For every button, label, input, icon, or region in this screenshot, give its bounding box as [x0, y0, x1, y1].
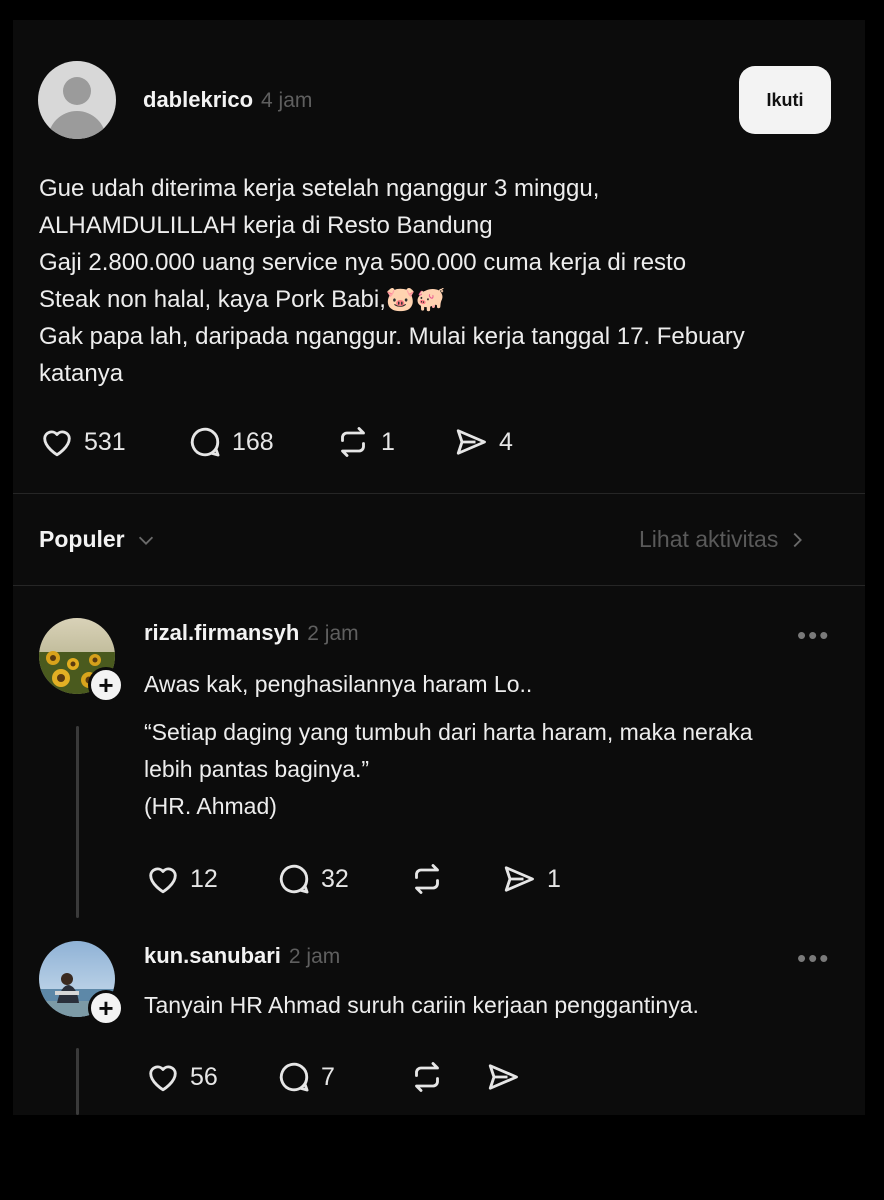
- post-line: ALHAMDULILLAH kerja di Resto Bandung: [39, 212, 493, 239]
- heart-icon: [149, 867, 177, 894]
- like-count: 531: [84, 427, 126, 456]
- reply-line: “Setiap daging yang tumbuh dari harta ha…: [144, 719, 753, 745]
- heart-icon: [149, 1065, 177, 1092]
- post-line: Gue udah diterima kerja setelah nganggur…: [39, 175, 600, 202]
- share-count: 1: [547, 864, 561, 893]
- repost-count: 1: [381, 427, 395, 456]
- reply-line: Tanyain HR Ahmad suruh cariin kerjaan pe…: [144, 992, 699, 1018]
- send-icon: [456, 429, 486, 455]
- chevron-down-icon: [138, 536, 153, 545]
- reply-username[interactable]: rizal.firmansyh: [144, 620, 299, 646]
- activity-label: Lihat aktivitas: [639, 526, 779, 552]
- post-line: katanya: [39, 360, 124, 387]
- comment-count: 32: [321, 864, 349, 893]
- chevron-right-icon: [793, 532, 803, 547]
- comment-bubble-icon: [279, 864, 309, 894]
- reply-line: (HR. Ahmad): [144, 793, 277, 819]
- reply-line: lebih pantas baginya.”: [144, 756, 370, 782]
- post-line: Gaji 2.800.000 uang service nya 500.000 …: [39, 249, 687, 276]
- reply-comment-button[interactable]: 32: [275, 861, 349, 897]
- like-count: 12: [190, 864, 218, 893]
- plus-icon: +: [98, 670, 114, 700]
- reply-like-button[interactable]: 12: [144, 861, 218, 897]
- divider: [13, 493, 865, 494]
- repost-icon: [415, 864, 439, 894]
- share-button[interactable]: 4: [451, 424, 513, 460]
- thread-line: [76, 1048, 79, 1115]
- more-dots-icon[interactable]: •••: [797, 620, 830, 651]
- comment-bubble-icon: [190, 427, 220, 457]
- reply-share-button[interactable]: [483, 1059, 531, 1095]
- heart-icon: [43, 430, 71, 457]
- comment-button[interactable]: 168: [186, 424, 274, 460]
- send-icon: [504, 866, 534, 892]
- author-avatar[interactable]: [38, 61, 116, 139]
- sort-label: Populer: [39, 526, 125, 552]
- reply-header: rizal.firmansyh 2 jam: [144, 620, 359, 646]
- post-header: dablekrico 4 jam: [143, 87, 312, 113]
- reply-repost-button[interactable]: [407, 861, 455, 897]
- like-button[interactable]: 531: [38, 424, 126, 460]
- comment-bubble-icon: [279, 1062, 309, 1092]
- threads-panel: dablekrico 4 jam Ikuti Gue udah diterima…: [13, 20, 865, 1115]
- author-username[interactable]: dablekrico: [143, 87, 253, 113]
- post-line: Steak non halal, kaya Pork Babi,🐷🐖: [39, 286, 446, 313]
- reply-repost-button[interactable]: [407, 1059, 455, 1095]
- reply-line: Awas kak, penghasilannya haram Lo..: [144, 671, 533, 697]
- more-dots-icon[interactable]: •••: [797, 943, 830, 974]
- sort-dropdown[interactable]: Populer: [39, 526, 157, 553]
- like-count: 56: [190, 1062, 218, 1091]
- thread-line: [76, 726, 79, 918]
- plus-icon: +: [98, 993, 114, 1023]
- repost-icon: [341, 427, 365, 457]
- reply-header: kun.sanubari 2 jam: [144, 943, 340, 969]
- repost-icon: [415, 1062, 439, 1092]
- reply-username[interactable]: kun.sanubari: [144, 943, 281, 969]
- follow-button[interactable]: Ikuti: [739, 66, 831, 134]
- reply-comment-button[interactable]: 7: [275, 1059, 335, 1095]
- post-body: Gue udah diterima kerja setelah nganggur…: [39, 170, 839, 392]
- divider: [13, 585, 865, 586]
- repost-button[interactable]: 1: [333, 424, 395, 460]
- follow-plus-button[interactable]: +: [88, 667, 124, 703]
- comment-count: 168: [232, 427, 274, 456]
- post-line: Gak papa lah, daripada nganggur. Mulai k…: [39, 323, 745, 350]
- reply-like-button[interactable]: 56: [144, 1059, 218, 1095]
- reply-time: 2 jam: [307, 622, 359, 645]
- share-count: 4: [499, 427, 513, 456]
- view-activity-link[interactable]: Lihat aktivitas: [639, 526, 808, 553]
- comment-count: 7: [321, 1062, 335, 1091]
- reply-share-button[interactable]: 1: [499, 861, 561, 897]
- reply-time: 2 jam: [288, 945, 341, 968]
- post-time: 4 jam: [261, 89, 313, 112]
- send-icon: [488, 1064, 518, 1090]
- follow-plus-button[interactable]: +: [88, 990, 124, 1026]
